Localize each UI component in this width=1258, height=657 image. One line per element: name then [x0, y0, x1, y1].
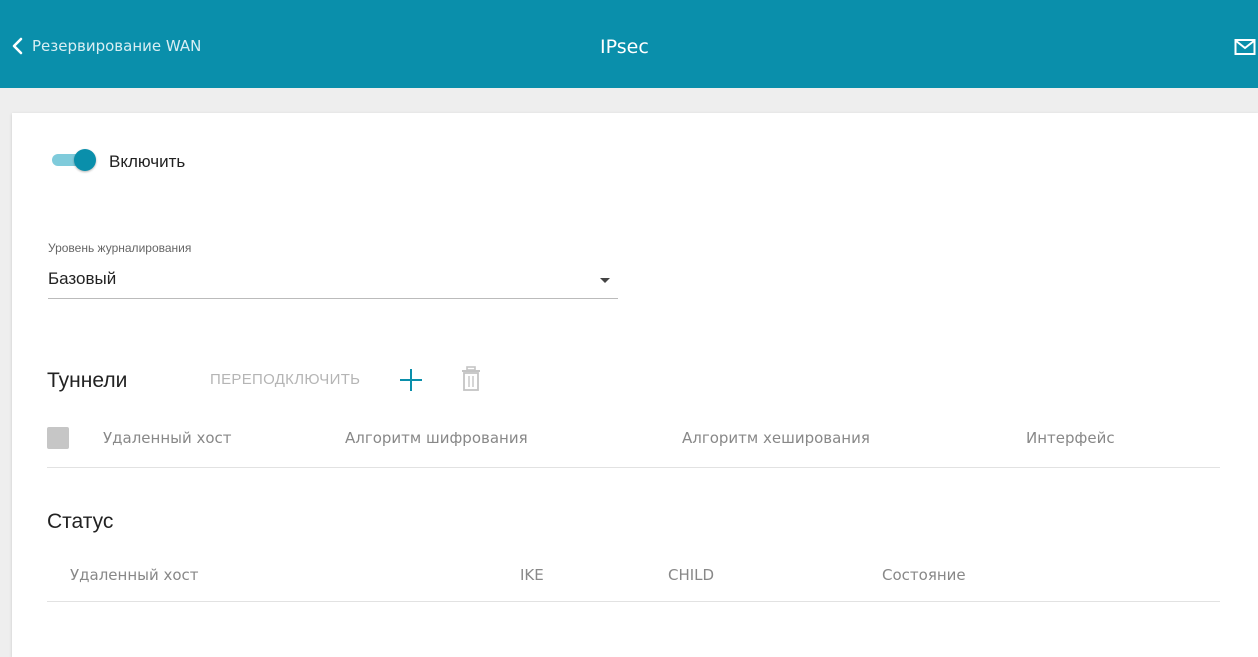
status-title: Статус: [47, 510, 114, 533]
back-link[interactable]: Резервирование WAN: [10, 34, 201, 58]
chevron-left-icon: [12, 37, 23, 55]
page-title: IPsec: [600, 36, 649, 58]
status-col-remote-host: Удаленный хост: [70, 566, 199, 584]
tunnels-title: Туннели: [47, 369, 128, 392]
reconnect-button[interactable]: ПЕРЕПОДКЛЮЧИТЬ: [210, 371, 360, 388]
status-col-state: Состояние: [882, 566, 966, 584]
trash-icon[interactable]: [460, 366, 482, 392]
tunnels-col-remote-host[interactable]: Удаленный хост: [103, 429, 232, 447]
tunnels-col-encryption[interactable]: Алгоритм шифрования: [345, 429, 528, 447]
log-level-select[interactable]: Базовый: [48, 263, 618, 299]
settings-card: Включить Уровень журналирования Базовый …: [12, 113, 1258, 657]
select-all-checkbox[interactable]: [47, 427, 69, 449]
log-level-caption: Уровень журналирования: [48, 241, 192, 255]
top-bar: Резервирование WAN IPsec: [0, 0, 1258, 88]
enable-label: Включить: [109, 152, 186, 171]
tunnels-col-interface[interactable]: Интерфейс: [1026, 429, 1115, 447]
log-level-value: Базовый: [48, 269, 117, 288]
status-divider: [47, 601, 1220, 602]
tunnels-col-hashing[interactable]: Алгоритм хеширования: [682, 429, 870, 447]
status-col-child: CHILD: [668, 566, 715, 584]
status-col-ike: IKE: [520, 566, 544, 584]
dropdown-arrow-icon: [600, 278, 610, 283]
toggle-knob: [74, 149, 96, 171]
back-link-label: Резервирование WAN: [32, 37, 202, 55]
mail-icon[interactable]: [1234, 38, 1256, 56]
enable-toggle[interactable]: [52, 148, 96, 172]
tunnels-divider: [47, 467, 1220, 468]
plus-icon[interactable]: [398, 367, 424, 393]
